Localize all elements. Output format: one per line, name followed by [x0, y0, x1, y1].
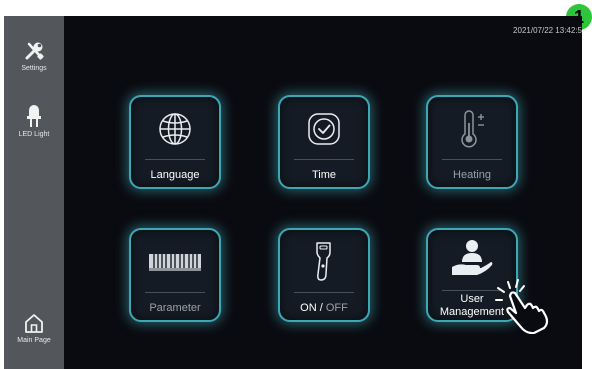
sidebar: Settings LED Light Main Page [4, 16, 64, 369]
tile-on-off[interactable]: ON / OFF [278, 228, 370, 322]
tile-label: ON / OFF [280, 302, 368, 314]
tile-label: Language [150, 169, 200, 181]
led-light-icon [27, 105, 41, 127]
sidebar-item-label: LED Light [18, 131, 50, 138]
tile-time[interactable]: Time [278, 95, 370, 189]
tile-language[interactable]: Language [129, 95, 221, 189]
clock-check-icon [308, 113, 340, 145]
tile-label: Heating [453, 169, 491, 181]
timestamp: 2021/07/22 13:42:5 [513, 26, 582, 35]
wrench-screwdriver-icon [25, 42, 44, 60]
sidebar-item-settings[interactable]: Settings [4, 40, 64, 72]
globe-icon [159, 113, 191, 145]
tile-label: Parameter [149, 302, 201, 314]
tile-divider [294, 159, 354, 160]
sidebar-item-main-page[interactable]: Main Page [4, 312, 64, 344]
user-hand-icon [452, 240, 493, 275]
tile-divider [442, 290, 502, 291]
sidebar-item-label: Main Page [17, 337, 51, 344]
tap-hand-icon [495, 279, 549, 334]
sidebar-item-label: Settings [21, 65, 47, 72]
off-label: OFF [325, 302, 348, 314]
tile-label: Time [311, 169, 337, 181]
sidebar-item-led-light[interactable]: LED Light [4, 104, 64, 138]
tile-divider [442, 159, 502, 160]
thermometer-icon [461, 110, 484, 148]
tile-parameter[interactable]: Parameter [129, 228, 221, 322]
on-label: ON [300, 302, 317, 314]
tile-divider [294, 292, 354, 293]
handheld-scanner-icon [316, 242, 331, 281]
label-separator: / [316, 302, 326, 314]
tile-divider [145, 292, 205, 293]
home-icon [25, 314, 43, 333]
tile-divider [145, 159, 205, 160]
grid-panel-icon [149, 254, 201, 271]
tile-heating[interactable]: Heating [426, 95, 518, 189]
